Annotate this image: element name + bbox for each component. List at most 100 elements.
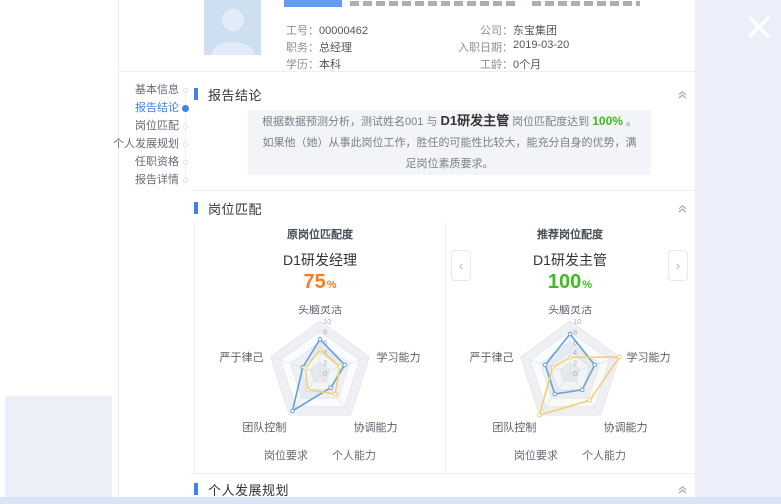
svg-text:团队控制: 团队控制: [242, 420, 286, 434]
sidebar-item-basic-info[interactable]: 基本信息: [135, 81, 179, 99]
svg-text:10: 10: [573, 317, 581, 326]
info-field-education: 学历：本科: [286, 56, 341, 72]
info-field-position: 职务：总经理: [286, 39, 352, 55]
chevron-double-up-icon[interactable]: [677, 89, 688, 100]
field-value: 东宝集团: [513, 22, 557, 38]
field-label: 工龄：: [429, 56, 513, 72]
field-label: 公司：: [429, 22, 513, 38]
match-percent: 75 %: [195, 271, 445, 294]
field-value: 2019-03-20: [513, 39, 569, 55]
conclusion-text-part: 岗位匹配度达到: [509, 116, 592, 128]
svg-text:协调能力: 协调能力: [354, 420, 398, 434]
match-percent: 100 %: [445, 271, 695, 294]
percent-unit: %: [327, 279, 337, 291]
radar-chart-original: 1086420头脑灵活学习能力协调能力团队控制严于律己: [195, 305, 445, 455]
sidebar-item-label: 报告结论: [135, 102, 179, 114]
nav-dot-icon: [183, 124, 188, 129]
sidebar-item-job-match[interactable]: 岗位匹配: [135, 117, 179, 135]
nav-dot-icon: [183, 142, 188, 147]
panel-title: 推荐岗位配度: [445, 226, 695, 242]
conclusion-job-name: D1研发主管: [440, 113, 509, 128]
left-background-column: [0, 0, 118, 497]
info-field-employee-id: 工号：00000462: [286, 22, 368, 38]
svg-text:严于律己: 严于律己: [220, 351, 264, 364]
conclusion-text-part: 根据数据预测分析，测试姓名001 与: [262, 116, 440, 128]
field-label: 职务：: [286, 42, 319, 54]
percent-value: 100: [548, 271, 581, 294]
report-content: 报告结论 根据数据预测分析，测试姓名001 与 D1研发主管 岗位匹配度达到 1…: [194, 80, 696, 497]
svg-text:8: 8: [573, 327, 577, 336]
chevron-double-up-icon[interactable]: [677, 484, 688, 495]
sidebar-item-label: 个人发展规划: [113, 138, 179, 150]
divider: [190, 473, 696, 474]
sidebar-item-label: 报告详情: [135, 174, 179, 186]
divider: [119, 71, 696, 72]
svg-text:8: 8: [323, 327, 327, 336]
title-text-fragment: [532, 1, 640, 6]
section-bullet: [194, 483, 198, 495]
field-value: 0个月: [513, 56, 541, 72]
svg-text:严于律己: 严于律己: [470, 351, 514, 364]
field-label: 工号：: [286, 25, 319, 37]
chart-legend: 岗位要求 个人能力: [195, 447, 445, 463]
svg-text:学习能力: 学习能力: [626, 350, 670, 364]
sidebar-item-report-conclusion[interactable]: 报告结论: [135, 99, 179, 117]
panel-title: 原岗位匹配度: [195, 226, 445, 242]
svg-text:10: 10: [323, 317, 331, 326]
field-value: 总经理: [319, 42, 352, 54]
carousel-prev-button[interactable]: ‹: [451, 250, 471, 281]
section-bullet: [194, 202, 198, 214]
match-panel-recommended: 推荐岗位配度 D1研发主管 100 % 1086420头脑灵活学习能力协调能力团…: [445, 220, 695, 473]
sidebar-item-label: 岗位匹配: [135, 120, 179, 132]
chart-legend: 岗位要求 个人能力: [445, 447, 695, 463]
carousel-next-button[interactable]: ›: [668, 250, 688, 281]
section-nav: 基本信息 报告结论 岗位匹配 个人发展规划 任职资格 报告详情: [119, 81, 194, 189]
title-text-fragment: [350, 1, 518, 6]
legend-item-ability: 个人能力: [582, 447, 626, 463]
section-header-development: 个人发展规划: [194, 481, 696, 497]
section-title: 岗位匹配: [208, 199, 262, 218]
chevron-right-icon: ›: [676, 258, 680, 273]
chevron-left-icon: ‹: [459, 258, 463, 273]
avatar: [204, 0, 261, 55]
sidebar-item-report-detail[interactable]: 报告详情: [135, 171, 179, 189]
radar-chart-recommended: 1086420头脑灵活学习能力协调能力团队控制严于律己: [445, 305, 695, 455]
job-name: D1研发主管: [445, 250, 695, 270]
nav-dot-icon: [183, 88, 188, 93]
conclusion-text: 根据数据预测分析，测试姓名001 与 D1研发主管 岗位匹配度达到 100% 。…: [262, 110, 637, 175]
sidebar-item-qualification[interactable]: 任职资格: [135, 153, 179, 171]
field-value: 00000462: [319, 25, 368, 37]
bottom-page-strip: [0, 497, 781, 504]
section-header-job-match: 岗位匹配: [194, 200, 696, 216]
section-title: 个人发展规划: [208, 480, 289, 499]
svg-text:学习能力: 学习能力: [376, 350, 420, 364]
chevron-double-up-icon[interactable]: [677, 203, 688, 214]
underlay-panel: [5, 396, 112, 497]
avatar-body-shape: [212, 42, 254, 55]
info-field-tenure: 工龄：0个月: [429, 56, 659, 72]
close-icon[interactable]: [742, 10, 776, 44]
nav-dot-icon: [182, 105, 189, 112]
section-title: 报告结论: [208, 85, 262, 104]
field-label: 学历：: [286, 59, 319, 71]
svg-text:头脑灵活: 头脑灵活: [298, 305, 342, 316]
svg-text:头脑灵活: 头脑灵活: [548, 305, 592, 316]
svg-text:协调能力: 协调能力: [604, 420, 648, 434]
job-name: D1研发经理: [195, 250, 445, 270]
section-bullet: [194, 88, 198, 100]
sidebar-item-development-plan[interactable]: 个人发展规划: [113, 135, 179, 153]
title-highlight-fragment: [284, 0, 342, 7]
divider: [190, 190, 696, 191]
conclusion-text-box: 根据数据预测分析，测试姓名001 与 D1研发主管 岗位匹配度达到 100% 。…: [248, 110, 651, 175]
match-charts-area: 原岗位匹配度 D1研发经理 75 % 1086420头脑灵活学习能力协调能力团队…: [194, 220, 694, 473]
section-header-conclusion: 报告结论: [194, 86, 696, 102]
avatar-head-shape: [222, 9, 244, 31]
clipped-title: [284, 0, 674, 8]
conclusion-percent: 100%: [592, 114, 623, 128]
field-label: 入职日期：: [429, 39, 513, 55]
field-value: 本科: [319, 59, 341, 71]
info-field-hire-date: 入职日期：2019-03-20: [429, 39, 659, 55]
legend-item-requirement: 岗位要求: [264, 447, 308, 463]
percent-unit: %: [582, 279, 592, 291]
info-field-company: 公司：东宝集团: [429, 22, 659, 38]
